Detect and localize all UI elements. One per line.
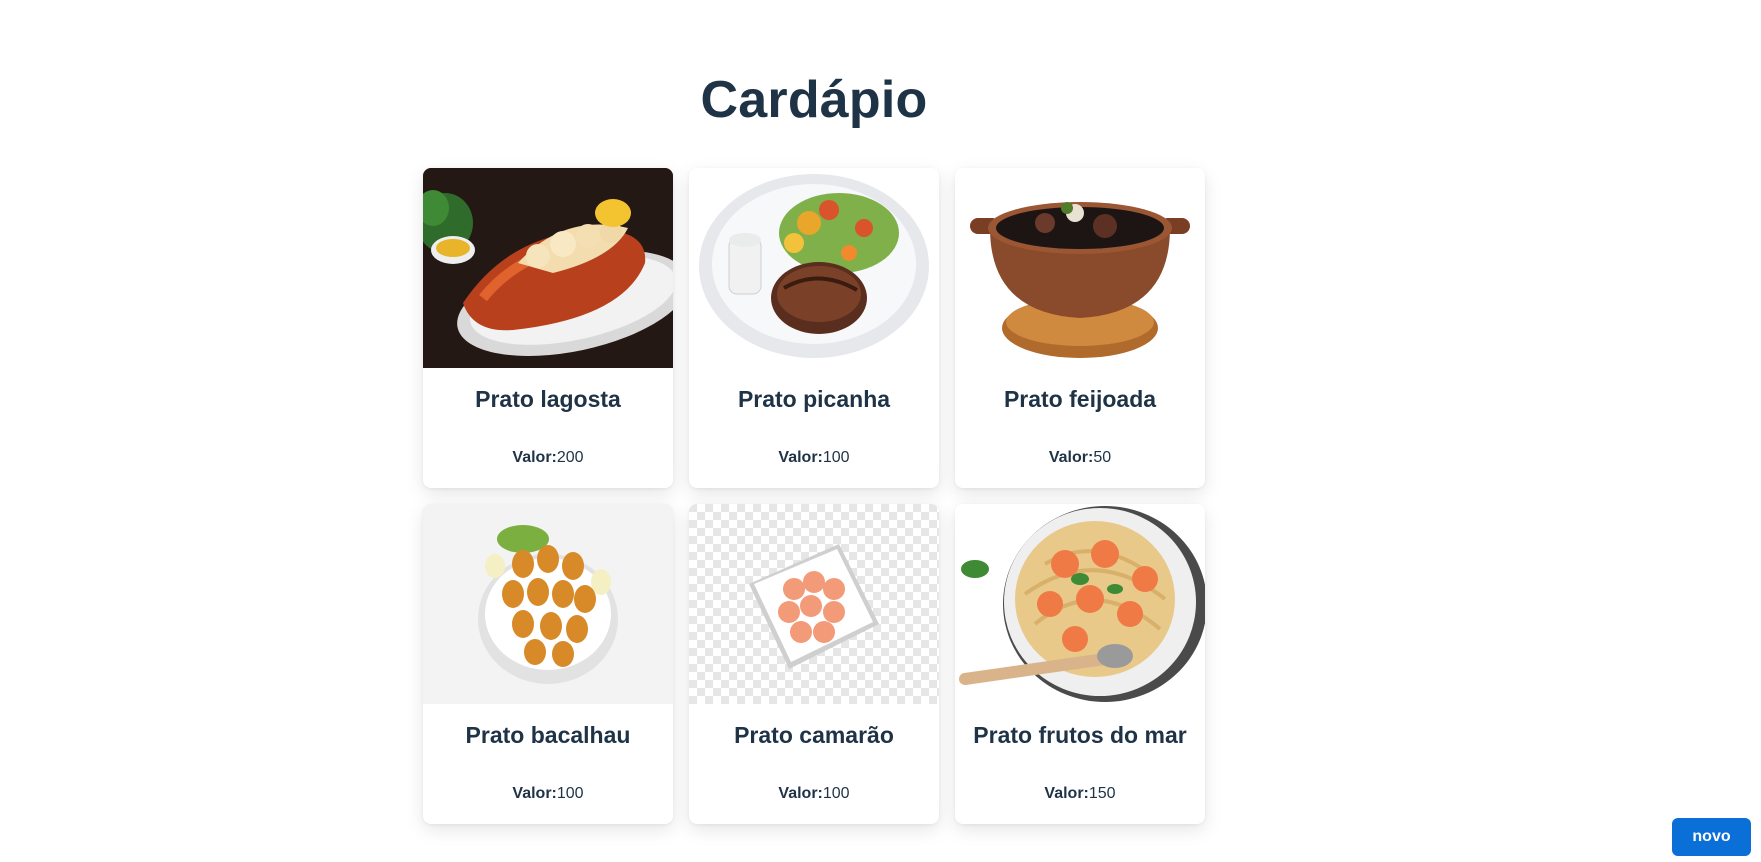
price-value: 100: [556, 785, 584, 802]
picanha-dish-image: [689, 168, 939, 368]
price-label: Valor:: [512, 449, 557, 466]
dish-price: Valor:100: [423, 785, 673, 803]
dish-name: Prato bacalhau: [465, 722, 631, 748]
dish-price: Valor:100: [689, 449, 939, 467]
price-label: Valor:: [778, 785, 823, 802]
menu-card-frutos-do-mar[interactable]: Prato frutos do mar Valor:150: [955, 504, 1205, 824]
menu-card-feijoada[interactable]: Prato feijoada Valor:50: [955, 168, 1205, 488]
dish-name: Prato lagosta: [475, 386, 621, 412]
price-value: 100: [822, 449, 850, 466]
dish-price: Valor:50: [955, 449, 1205, 467]
bacalhau-dish-image: [423, 504, 673, 704]
dish-name: Prato feijoada: [1003, 386, 1157, 412]
menu-card-bacalhau[interactable]: Prato bacalhau Valor:100: [423, 504, 673, 824]
price-value: 100: [822, 785, 850, 802]
price-label: Valor:: [1048, 449, 1094, 466]
menu-card-picanha[interactable]: Prato picanha Valor:100: [689, 168, 939, 488]
new-item-button[interactable]: novo: [1672, 818, 1751, 856]
price-value: 50: [1093, 449, 1112, 466]
price-value: 200: [556, 449, 584, 466]
dish-name: Prato camarão: [734, 722, 894, 748]
menu-grid: Prato lagosta Valor:200 Prato picanha Va…: [423, 168, 1205, 824]
feijoada-dish-image: [955, 168, 1205, 368]
price-label: Valor:: [778, 449, 823, 466]
dish-price: Valor:150: [955, 785, 1205, 803]
menu-page: Cardápio Prato lagosta Valor:200 Prato p…: [0, 0, 1761, 862]
lobster-dish-image: [423, 168, 673, 368]
seafood-pasta-dish-image: [955, 504, 1205, 704]
page-title: Cardápio: [700, 71, 928, 129]
price-value: 150: [1088, 785, 1116, 802]
price-label: Valor:: [1044, 785, 1089, 802]
shrimp-dish-image: [689, 504, 939, 704]
price-label: Valor:: [512, 785, 557, 802]
dish-price: Valor:200: [423, 449, 673, 467]
dish-name: Prato picanha: [737, 386, 891, 412]
menu-card-camarao[interactable]: Prato camarão Valor:100: [689, 504, 939, 824]
dish-price: Valor:100: [689, 785, 939, 803]
dish-name: Prato frutos do mar: [973, 722, 1187, 748]
menu-card-lagosta[interactable]: Prato lagosta Valor:200: [423, 168, 673, 488]
